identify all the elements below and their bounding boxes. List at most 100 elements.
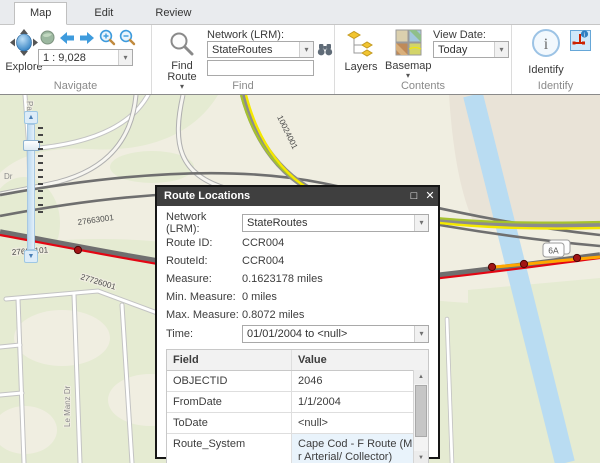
magnifier-icon: [169, 43, 195, 60]
dialog-titlebar[interactable]: Route Locations □ ✕: [157, 187, 438, 206]
identify-button[interactable]: i Identify: [526, 28, 566, 76]
ribbon-group-find: Find Route ▾ Network (LRM): StateRoutes …: [152, 25, 335, 94]
street-label-pa: Pa: [25, 101, 34, 111]
maximize-icon[interactable]: □: [406, 187, 422, 206]
scroll-down-icon[interactable]: ▼: [414, 451, 428, 463]
basemap-icon: [395, 43, 422, 60]
tab-edit[interactable]: Edit: [79, 3, 128, 24]
chevron-down-icon[interactable]: ▾: [414, 326, 428, 342]
previous-extent-icon[interactable]: [58, 29, 76, 46]
group-label-find: Find: [152, 80, 334, 92]
cell-value: 1/1/2004: [292, 392, 428, 412]
route-shield-number: 6A: [548, 246, 559, 256]
min-measure-label: Min. Measure:: [166, 291, 242, 303]
street-label-le-manz-dr: Le Manz Dr: [63, 385, 72, 427]
time-combobox[interactable]: 01/01/2004 to <null> ▾: [242, 325, 429, 343]
ribbon-group-contents: Layers Basemap ▾ View Date: [335, 25, 512, 94]
basemap-dropdown-caret-icon[interactable]: ▾: [385, 72, 431, 79]
identify-label: Identify: [526, 65, 566, 76]
table-header-row: Field Value: [167, 350, 428, 371]
layers-button[interactable]: Layers: [343, 29, 379, 73]
identify-route-locations-tool-button[interactable]: i: [570, 30, 591, 51]
route-id-value: CCR004: [242, 237, 429, 249]
next-extent-icon[interactable]: [78, 29, 96, 46]
cell-field: Route_System: [167, 434, 292, 463]
layers-icon: [346, 44, 376, 61]
chevron-down-icon[interactable]: ▾: [299, 42, 313, 57]
dialog-field-row: Route ID: CCR004: [166, 234, 429, 251]
time-value: 01/01/2004 to <null>: [243, 328, 414, 340]
chevron-down-icon[interactable]: ▾: [494, 42, 508, 57]
map-scale-combobox[interactable]: 1 : 9,028 ▾: [38, 49, 133, 66]
max-measure-value: 0.8072 miles: [242, 309, 429, 321]
tab-map[interactable]: Map: [14, 2, 67, 25]
route-search-input[interactable]: [207, 60, 314, 76]
map-view[interactable]: 6A 27663001 27663101 27726001 10024001 L…: [0, 95, 600, 463]
network-lrm-label: Network (LRM):: [207, 29, 284, 41]
measure-value: 0.1623178 miles: [242, 273, 429, 285]
fixed-zoom-out-icon[interactable]: [118, 29, 136, 46]
cell-field: ToDate: [167, 413, 292, 433]
group-label-contents: Contents: [335, 80, 511, 92]
table-row[interactable]: OBJECTID 2046: [167, 371, 428, 392]
network-lrm-value: StateRoutes: [208, 44, 299, 56]
dialog-title: Route Locations: [164, 187, 406, 206]
dialog-field-row: Max. Measure: 0.8072 miles: [166, 306, 429, 323]
svg-text:i: i: [544, 36, 549, 53]
table-row[interactable]: FromDate 1/1/2004: [167, 392, 428, 413]
basemap-button[interactable]: Basemap ▾: [385, 29, 431, 79]
view-date-label: View Date:: [433, 29, 486, 41]
column-header-value[interactable]: Value: [292, 350, 428, 370]
zoom-slider-ticks: [38, 127, 43, 215]
dialog-network-value: StateRoutes: [243, 217, 414, 229]
route-shield: 6A: [543, 240, 570, 257]
dialog-field-row: Min. Measure: 0 miles: [166, 288, 429, 305]
dialog-body: Network (LRM): StateRoutes ▾ Route ID: C…: [157, 206, 438, 463]
ribbon-tab-bar: Map Edit Review: [0, 0, 600, 25]
globe-icon[interactable]: [38, 29, 56, 46]
cell-field: OBJECTID: [167, 371, 292, 391]
table-row[interactable]: ToDate <null>: [167, 413, 428, 434]
scrollbar-thumb[interactable]: [415, 385, 427, 437]
table-row[interactable]: Route_System Cape Cod - F Route (Minor A…: [167, 434, 428, 463]
max-measure-label: Max. Measure:: [166, 309, 242, 321]
table-scrollbar[interactable]: ▲ ▼: [413, 370, 428, 463]
map-zoom-slider[interactable]: ▲ ▼: [22, 111, 40, 263]
ribbon-group-identify: i Identify i Identify: [512, 25, 599, 94]
cell-value: <null>: [292, 413, 428, 433]
binoculars-icon[interactable]: [317, 42, 333, 62]
dialog-field-row: RouteId: CCR004: [166, 252, 429, 269]
attributes-table: Field Value OBJECTID 2046 FromDate 1/1/2…: [166, 349, 429, 463]
routeid-label: RouteId:: [166, 255, 242, 267]
scroll-up-icon[interactable]: ▲: [414, 370, 428, 384]
view-date-combobox[interactable]: Today ▾: [433, 41, 509, 58]
time-label: Time:: [166, 328, 242, 340]
app-window: Map Edit Review Explore: [0, 0, 600, 463]
column-header-field[interactable]: Field: [167, 350, 292, 370]
ribbon: Explore 1 : 9,028: [0, 25, 600, 95]
dialog-field-row: Measure: 0.1623178 miles: [166, 270, 429, 287]
view-date-value: Today: [434, 44, 494, 56]
cell-value: 2046: [292, 371, 428, 391]
identify-info-icon: i: [530, 47, 562, 64]
routeid-value: CCR004: [242, 255, 429, 267]
cell-field: FromDate: [167, 392, 292, 412]
zoom-slider-up-button[interactable]: ▲: [24, 111, 38, 124]
measure-label: Measure:: [166, 273, 242, 285]
explore-icon: [8, 44, 40, 61]
route-id-label: Route ID:: [166, 237, 242, 249]
chevron-down-icon[interactable]: ▾: [414, 215, 428, 231]
close-icon[interactable]: ✕: [422, 187, 438, 206]
chevron-down-icon[interactable]: ▾: [118, 50, 132, 65]
map-scale-value: 1 : 9,028: [39, 52, 118, 64]
group-label-navigate: Navigate: [0, 80, 151, 92]
fixed-zoom-in-icon[interactable]: [98, 29, 116, 46]
tab-review[interactable]: Review: [140, 3, 206, 24]
network-lrm-combobox[interactable]: StateRoutes ▾: [207, 41, 314, 58]
dialog-network-combobox[interactable]: StateRoutes ▾: [242, 214, 429, 232]
zoom-slider-down-button[interactable]: ▼: [24, 250, 38, 263]
zoom-slider-track[interactable]: [27, 124, 35, 250]
street-label-dr: Dr: [4, 172, 13, 181]
group-label-identify: Identify: [512, 80, 599, 92]
min-measure-value: 0 miles: [242, 291, 429, 303]
